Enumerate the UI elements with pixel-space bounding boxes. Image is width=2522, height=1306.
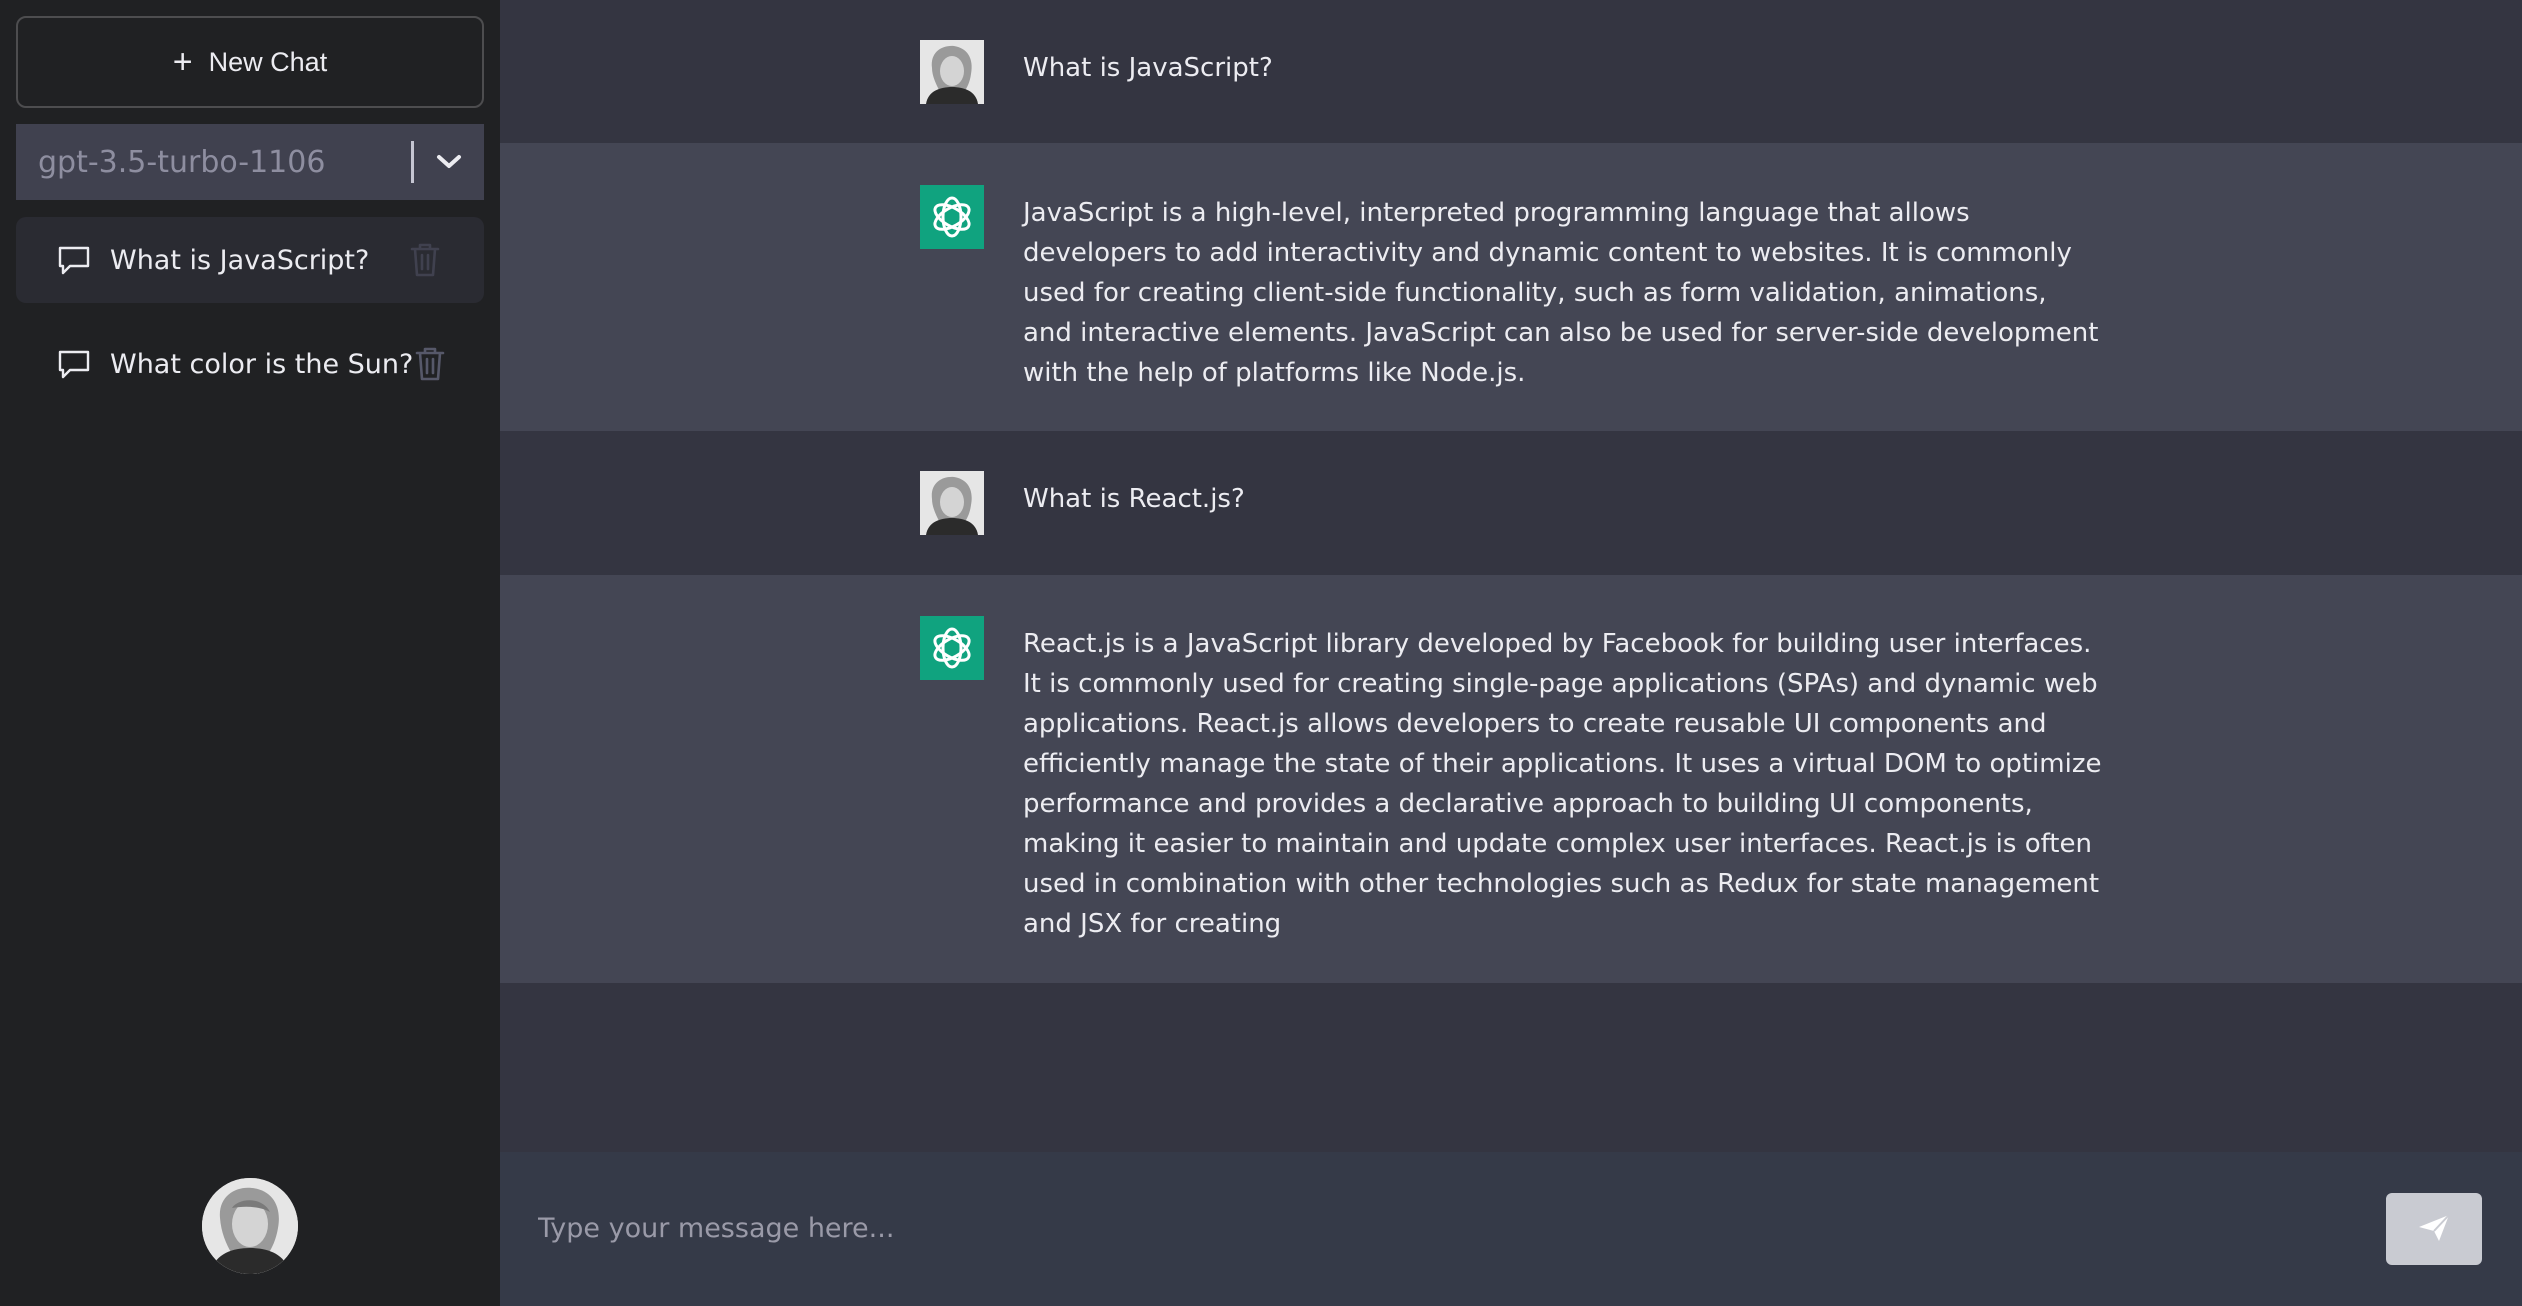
model-select-value: gpt-3.5-turbo-1106 bbox=[38, 144, 326, 180]
user-avatar bbox=[920, 471, 984, 535]
new-chat-label: New Chat bbox=[208, 46, 328, 77]
message-text: What is JavaScript? bbox=[1023, 53, 1273, 83]
conversation-item[interactable]: What is JavaScript? bbox=[16, 217, 484, 303]
trash-icon[interactable] bbox=[408, 241, 442, 279]
send-button[interactable] bbox=[2386, 1193, 2482, 1265]
message-composer bbox=[500, 1152, 2522, 1306]
message-row-assistant: JavaScript is a high-level, interpreted … bbox=[500, 143, 2522, 431]
sidebar: + New Chat gpt-3.5-turbo-1106 What is Ja… bbox=[0, 0, 500, 1306]
chevron-down-icon[interactable] bbox=[414, 154, 484, 170]
message-text: JavaScript is a high-level, interpreted … bbox=[1023, 198, 2099, 388]
new-chat-button[interactable]: + New Chat bbox=[16, 16, 484, 108]
conversation-item[interactable]: What color is the Sun? bbox=[16, 321, 484, 407]
model-select[interactable]: gpt-3.5-turbo-1106 bbox=[16, 124, 484, 200]
message-row-user: What is React.js? bbox=[500, 431, 2522, 575]
message-row-assistant: React.js is a JavaScript library develop… bbox=[500, 575, 2522, 983]
trash-icon[interactable] bbox=[413, 345, 447, 383]
conversation-label: What is JavaScript? bbox=[110, 244, 370, 276]
plus-icon: + bbox=[172, 43, 193, 81]
message-input[interactable] bbox=[538, 1198, 2338, 1258]
openai-logo-icon bbox=[920, 185, 984, 249]
openai-logo-icon bbox=[920, 616, 984, 680]
chat-area: What is JavaScript? JavaScript is a high… bbox=[500, 0, 2522, 1306]
message-text: What is React.js? bbox=[1023, 484, 1245, 514]
send-icon bbox=[2417, 1213, 2451, 1246]
user-avatar bbox=[920, 40, 984, 104]
chat-bubble-icon bbox=[56, 242, 92, 278]
chat-bubble-icon bbox=[56, 346, 92, 382]
user-avatar[interactable] bbox=[202, 1178, 298, 1274]
message-text: React.js is a JavaScript library develop… bbox=[1023, 629, 2102, 939]
conversation-label: What color is the Sun? bbox=[110, 348, 414, 380]
message-row-user: What is JavaScript? bbox=[500, 0, 2522, 143]
